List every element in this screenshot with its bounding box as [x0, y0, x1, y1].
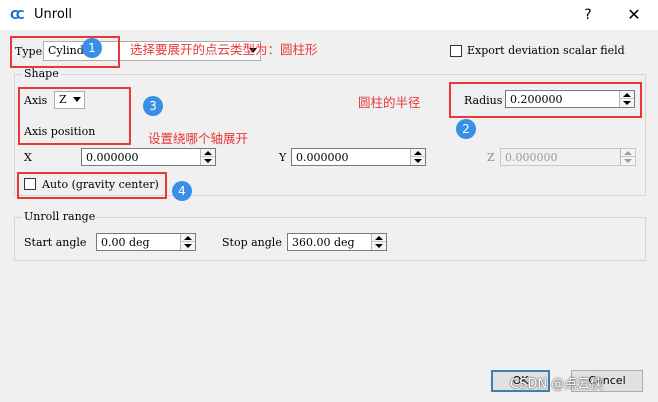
step-badge-1: 1 — [82, 38, 102, 58]
annotation-text-1: 选择要展开的点云类型为：圆柱形 — [130, 42, 318, 57]
spin-down-icon — [414, 159, 422, 163]
step-badge-3: 3 — [143, 96, 163, 116]
z-value: 0.000000 — [505, 151, 558, 164]
stop-angle-label: Stop angle — [222, 236, 282, 249]
spin-buttons[interactable] — [200, 149, 215, 165]
spin-up-icon — [414, 151, 422, 155]
close-button[interactable]: ✕ — [624, 5, 644, 25]
spin-buttons[interactable] — [410, 149, 425, 165]
z-spinbox: 0.000000 — [500, 148, 636, 166]
y-label: Y — [279, 151, 287, 164]
annotation-box-axis — [18, 87, 131, 145]
spin-up-icon — [375, 236, 383, 240]
spin-down-icon — [184, 244, 192, 248]
annotation-box-type — [10, 36, 120, 68]
spin-up-icon — [184, 236, 192, 240]
spin-down-icon — [375, 244, 383, 248]
y-spinbox[interactable]: 0.000000 — [291, 148, 426, 166]
stop-angle-spinbox[interactable]: 360.00 deg — [287, 233, 387, 251]
x-spinbox[interactable]: 0.000000 — [81, 148, 216, 166]
x-value: 0.000000 — [86, 151, 139, 164]
spin-buttons[interactable] — [371, 234, 386, 250]
help-button[interactable]: ? — [578, 5, 598, 25]
step-badge-2: 2 — [456, 119, 476, 139]
annotation-text-2: 圆柱的半径 — [358, 95, 421, 110]
export-deviation-label: Export deviation scalar field — [467, 44, 625, 57]
spin-up-icon — [204, 151, 212, 155]
export-deviation-checkbox[interactable] — [450, 45, 462, 57]
start-angle-value: 0.00 deg — [101, 236, 150, 249]
z-label: Z — [487, 151, 495, 164]
title-bar: CC Unroll ? ✕ — [0, 0, 658, 30]
spin-buttons[interactable] — [180, 234, 195, 250]
annotation-box-radius — [449, 82, 642, 118]
shape-group-title: Shape — [22, 67, 61, 80]
window-title: Unroll — [34, 7, 72, 22]
annotation-box-auto — [17, 172, 167, 199]
spin-buttons — [620, 149, 635, 165]
start-angle-spinbox[interactable]: 0.00 deg — [96, 233, 196, 251]
start-angle-label: Start angle — [24, 236, 87, 249]
unroll-range-group-title: Unroll range — [22, 210, 98, 223]
stop-angle-value: 360.00 deg — [292, 236, 355, 249]
csdn-watermark: CSDN @点云侠 — [510, 377, 604, 392]
step-badge-4: 4 — [172, 181, 192, 201]
annotation-text-3: 设置绕哪个轴展开 — [148, 131, 249, 146]
spin-down-icon — [204, 159, 212, 163]
x-label: X — [24, 151, 32, 164]
cloudcompare-logo-icon: CC — [10, 8, 25, 22]
spin-down-icon — [624, 159, 632, 163]
spin-up-icon — [624, 151, 632, 155]
y-value: 0.000000 — [296, 151, 349, 164]
